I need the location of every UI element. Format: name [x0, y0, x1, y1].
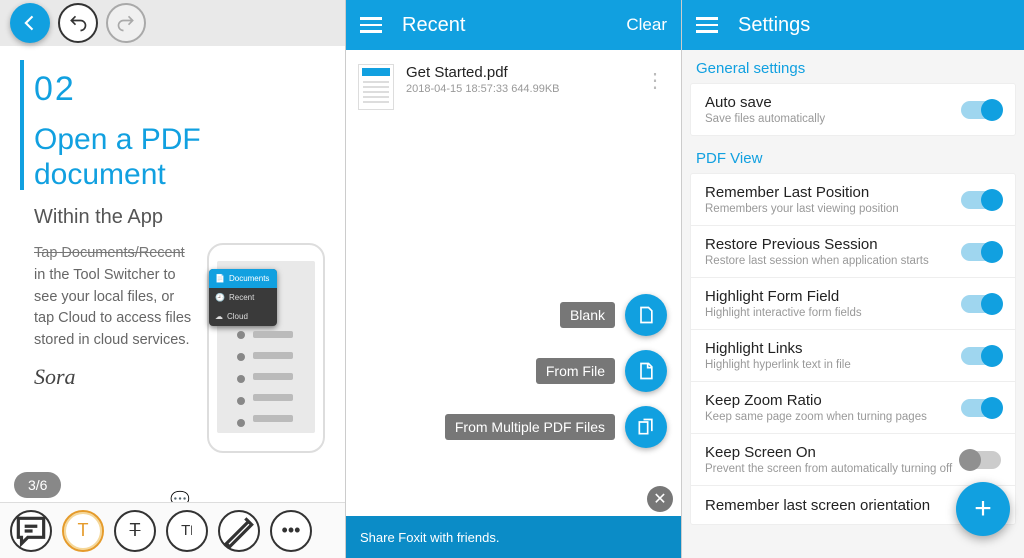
signature: Sora	[34, 360, 197, 393]
page-subtitle: Within the App	[34, 206, 325, 229]
share-text: Share Foxit with friends.	[360, 530, 499, 545]
settings-body: General settings Auto save Save files au…	[682, 50, 1024, 558]
undo-button[interactable]	[58, 3, 98, 43]
setting-title: Keep Screen On	[705, 444, 961, 461]
fab-blank-button[interactable]	[625, 294, 667, 336]
file-list-item[interactable]: Get Started.pdf 2018-04-15 18:57:33 644.…	[346, 50, 681, 124]
toggle-switch[interactable]	[961, 295, 1001, 313]
header-title: Settings	[738, 14, 1010, 37]
text-tool[interactable]: T|	[166, 510, 208, 552]
setting-desc: Highlight interactive form fields	[705, 307, 961, 319]
fab-blank-label: Blank	[560, 302, 615, 328]
strikethrough-text: Tap Documents/Recent	[34, 245, 185, 261]
redo-button[interactable]	[106, 3, 146, 43]
document-viewer-panel: 02 Open a PDF document Within the App Ta…	[0, 0, 346, 558]
setting-title: Highlight Links	[705, 340, 961, 357]
setting-desc: Highlight hyperlink text in file	[705, 359, 961, 371]
header-title: Recent	[402, 14, 626, 37]
toggle-switch[interactable]	[961, 347, 1001, 365]
setting-title: Auto save	[705, 94, 961, 111]
back-button[interactable]	[10, 3, 50, 43]
setting-highlight-links[interactable]: Highlight Links Highlight hyperlink text…	[691, 330, 1015, 382]
draw-tool[interactable]	[218, 510, 260, 552]
setting-title: Restore Previous Session	[705, 236, 961, 253]
setting-restore-session[interactable]: Restore Previous Session Restore last se…	[691, 226, 1015, 278]
annotation-toolbar: T T T| •••	[0, 502, 345, 558]
setting-keep-zoom[interactable]: Keep Zoom Ratio Keep same page zoom when…	[691, 382, 1015, 434]
pdfview-settings-group: Remember Last Position Remembers your la…	[690, 173, 1016, 525]
menu-icon[interactable]	[360, 17, 382, 33]
tool-switcher-popup: 📄Documents 🕘Recent ☁Cloud	[209, 269, 277, 326]
setting-desc: Prevent the screen from automatically tu…	[705, 463, 961, 475]
file-meta: 2018-04-15 18:57:33 644.99KB	[406, 83, 629, 95]
page-indicator[interactable]: 3/6	[14, 472, 61, 498]
phone-illustration: 📄Documents 🕘Recent ☁Cloud	[207, 243, 325, 453]
file-more-icon[interactable]: ⋮	[641, 64, 669, 97]
section-general-label: General settings	[682, 50, 1024, 83]
body-text: Tap Documents/Recent in the Tool Switche…	[34, 243, 197, 453]
menu-recent: Recent	[229, 293, 254, 302]
share-bar[interactable]: Share Foxit with friends.	[346, 516, 681, 558]
setting-title: Highlight Form Field	[705, 288, 961, 305]
settings-header: Settings	[682, 0, 1024, 50]
clear-button[interactable]: Clear	[626, 15, 667, 35]
share-close-button[interactable]: ✕	[647, 486, 673, 512]
recent-files-panel: Recent Clear Get Started.pdf 2018-04-15 …	[346, 0, 682, 558]
comment-tool[interactable]	[10, 510, 52, 552]
setting-desc: Save files automatically	[705, 113, 961, 125]
toggle-switch[interactable]	[961, 191, 1001, 209]
general-settings-group: Auto save Save files automatically	[690, 83, 1016, 136]
setting-remember-position[interactable]: Remember Last Position Remembers your la…	[691, 174, 1015, 226]
menu-icon[interactable]	[696, 17, 718, 33]
page-number-heading: 02	[34, 70, 325, 109]
setting-title: Keep Zoom Ratio	[705, 392, 961, 409]
fab-fromfile-button[interactable]	[625, 350, 667, 392]
create-fab-stack: Blank From File From Multiple PDF Files	[445, 294, 667, 448]
setting-desc: Restore last session when application st…	[705, 255, 961, 267]
viewer-toolbar	[0, 0, 345, 46]
file-name: Get Started.pdf	[406, 64, 629, 81]
setting-desc: Remembers your last viewing position	[705, 203, 961, 215]
fab-fromfile-label: From File	[536, 358, 615, 384]
fab-add-button[interactable]: +	[956, 482, 1010, 536]
page-title: Open a PDF document	[34, 123, 325, 192]
file-thumbnail	[358, 64, 394, 110]
strikeout-tool[interactable]: T	[114, 510, 156, 552]
toggle-switch[interactable]	[961, 399, 1001, 417]
fab-multiple-button[interactable]	[625, 406, 667, 448]
toggle-switch[interactable]	[961, 451, 1001, 469]
setting-auto-save[interactable]: Auto save Save files automatically	[691, 84, 1015, 135]
toggle-switch[interactable]	[961, 101, 1001, 119]
recent-header: Recent Clear	[346, 0, 681, 50]
menu-documents: Documents	[229, 274, 269, 283]
setting-title: Remember last screen orientation	[705, 497, 961, 514]
document-content: 02 Open a PDF document Within the App Ta…	[0, 46, 345, 453]
settings-panel: Settings General settings Auto save Save…	[682, 0, 1024, 558]
setting-highlight-form[interactable]: Highlight Form Field Highlight interacti…	[691, 278, 1015, 330]
setting-title: Remember Last Position	[705, 184, 961, 201]
setting-desc: Keep same page zoom when turning pages	[705, 411, 961, 423]
section-pdfview-label: PDF View	[682, 140, 1024, 173]
highlight-tool[interactable]: T	[62, 510, 104, 552]
fab-multiple-label: From Multiple PDF Files	[445, 414, 615, 440]
menu-cloud: Cloud	[227, 312, 248, 321]
toggle-switch[interactable]	[961, 243, 1001, 261]
more-tools[interactable]: •••	[270, 510, 312, 552]
body-paragraph: in the Tool Switcher to see your local f…	[34, 267, 191, 348]
setting-keep-screen-on[interactable]: Keep Screen On Prevent the screen from a…	[691, 434, 1015, 486]
